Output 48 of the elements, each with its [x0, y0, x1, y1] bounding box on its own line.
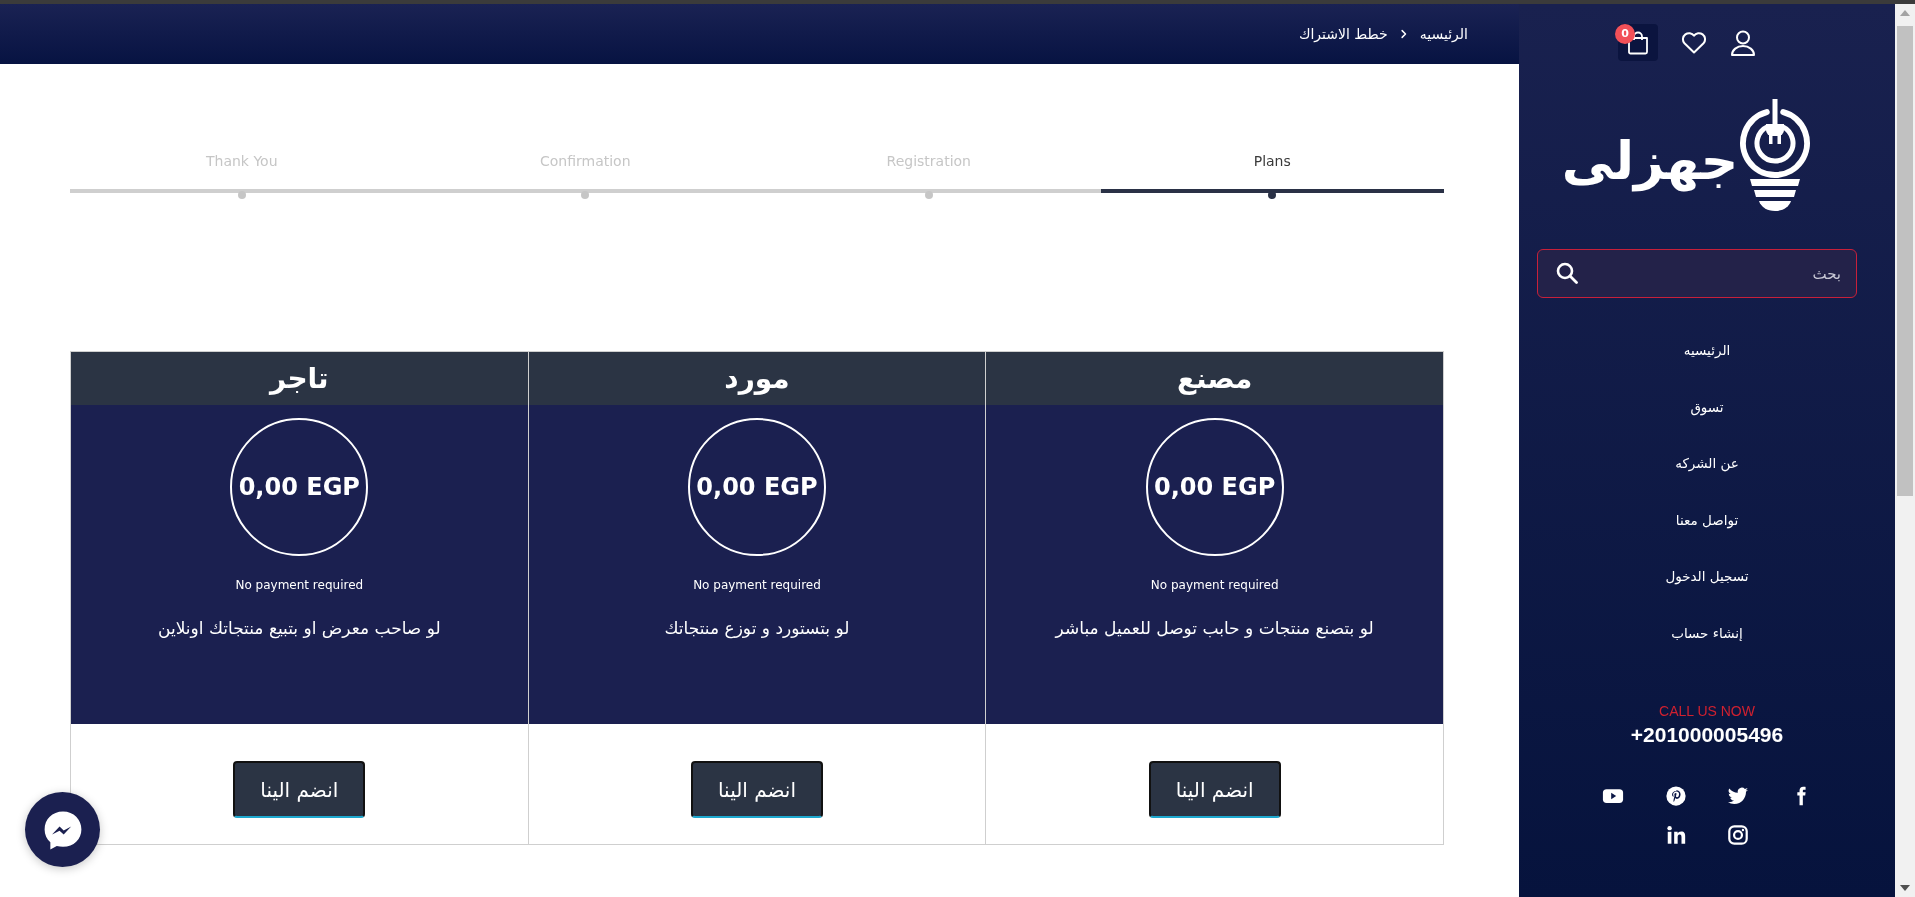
plan-description: لو صاحب معرض او بتبيع منتجاتك اونلاين: [157, 617, 442, 641]
search-field[interactable]: بحث: [1537, 249, 1857, 298]
join-button[interactable]: انضم الينا: [691, 761, 823, 818]
plan-description: لو بتصنع منتجات و حابب توصل للعميل مباشر: [1053, 617, 1375, 641]
sidebar-menu-item[interactable]: تسوق: [1690, 396, 1724, 417]
user-icon[interactable]: [1730, 29, 1756, 56]
plan-title: مورد: [528, 352, 986, 405]
step-dot-icon: [581, 191, 590, 199]
step-label: Registration: [886, 152, 971, 171]
plan-price: 0,00 EGP: [688, 418, 826, 556]
step-label: Plans: [1253, 152, 1291, 171]
join-button[interactable]: انضم الينا: [1148, 761, 1281, 818]
shopping-bag-icon: [1627, 30, 1649, 55]
step-dot-icon: [924, 191, 933, 199]
sidebar-menu-item[interactable]: تواصل معنا: [1675, 509, 1739, 530]
linkedin-icon[interactable]: [1664, 823, 1687, 846]
vertical-scrollbar[interactable]: [1895, 4, 1915, 897]
plan-title: مصنع: [986, 352, 1443, 405]
lightbulb-plug-icon: [1738, 98, 1813, 211]
search-icon[interactable]: [1556, 262, 1578, 284]
breadcrumb-link[interactable]: الرئيسيه: [1419, 24, 1468, 44]
chevron-right-icon: [1400, 29, 1407, 39]
payment-note: No payment required: [1150, 577, 1279, 594]
plan-title: تاجر: [71, 352, 528, 405]
plan-description: لو بتستورد و توزع منتجاتك: [663, 617, 851, 641]
pinterest-icon[interactable]: [1664, 784, 1687, 807]
breadcrumb-current: خطط الاشتراك: [1298, 25, 1388, 44]
step-label: Confirmation: [539, 152, 631, 171]
step-dot-icon: [1268, 191, 1277, 199]
plan-price: 0,00 EGP: [1145, 418, 1284, 556]
call-us-label: CALL US NOW: [1659, 701, 1755, 721]
sidebar-menu-item[interactable]: الرئيسيه: [1683, 340, 1731, 360]
cart-count: 0: [1615, 24, 1635, 44]
payment-note: No payment required: [693, 577, 821, 594]
heart-icon[interactable]: [1681, 31, 1707, 54]
sidebar-menu-item[interactable]: إنشاء حساب: [1671, 622, 1743, 643]
scroll-down-icon[interactable]: [1900, 885, 1910, 891]
step-label: Thank You: [205, 152, 278, 171]
join-button[interactable]: انضم الينا: [233, 761, 366, 818]
phone-number: +201000005496: [1630, 721, 1784, 748]
plan-price: 0,00 EGP: [230, 418, 369, 556]
step-dot-icon: [237, 191, 246, 199]
logo-wordmark: جهزلى: [1561, 130, 1739, 191]
sidebar-menu-item[interactable]: عن الشركه: [1675, 453, 1739, 473]
sidebar-menu-item[interactable]: تسجيل الدخول: [1665, 566, 1749, 586]
payment-note: No payment required: [235, 577, 364, 594]
scrollbar-thumb[interactable]: [1897, 26, 1913, 496]
instagram-icon[interactable]: [1727, 823, 1750, 846]
